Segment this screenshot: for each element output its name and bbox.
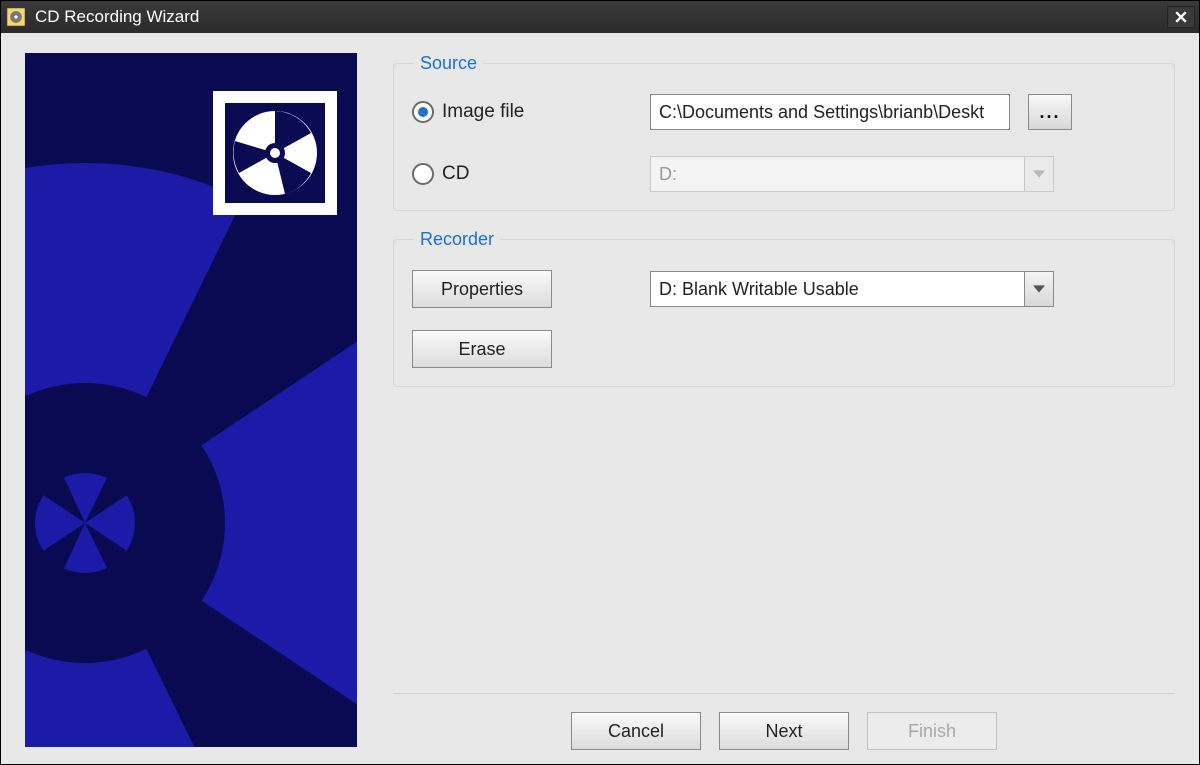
recorder-legend: Recorder	[414, 229, 500, 250]
source-legend: Source	[414, 53, 483, 74]
radio-cd-label: CD	[442, 163, 469, 185]
wizard-sidebar-art	[25, 53, 357, 747]
cancel-button[interactable]: Cancel	[571, 712, 701, 750]
chevron-down-icon[interactable]	[1024, 271, 1054, 307]
recorder-value: D: Blank Writable Usable	[650, 271, 1024, 307]
close-button[interactable]	[1167, 6, 1195, 28]
next-button[interactable]: Next	[719, 712, 849, 750]
radio-empty-icon	[412, 163, 434, 185]
recorder-group: Recorder Properties D: Blank Writable Us…	[393, 229, 1175, 387]
ellipsis-icon: ...	[1039, 102, 1060, 123]
radio-cd[interactable]: CD	[412, 163, 632, 185]
window-title: CD Recording Wizard	[35, 7, 1167, 27]
wizard-footer: Cancel Next Finish	[393, 693, 1175, 750]
wizard-window: CD Recording Wizard	[0, 0, 1200, 765]
radio-image-file-label: Image file	[442, 101, 524, 123]
properties-button[interactable]: Properties	[412, 270, 552, 308]
titlebar: CD Recording Wizard	[1, 1, 1199, 33]
chevron-down-icon	[1024, 156, 1054, 192]
app-icon	[5, 6, 27, 28]
cd-drive-select: D:	[650, 156, 1054, 192]
radio-image-file[interactable]: Image file	[412, 101, 632, 123]
finish-button: Finish	[867, 712, 997, 750]
erase-button[interactable]: Erase	[412, 330, 552, 368]
source-group: Source Image file ... CD	[393, 53, 1175, 211]
recorder-select[interactable]: D: Blank Writable Usable	[650, 271, 1054, 307]
browse-button[interactable]: ...	[1028, 94, 1072, 130]
client-area: Source Image file ... CD	[1, 33, 1199, 764]
main-panel: Source Image file ... CD	[393, 53, 1175, 750]
image-file-path-input[interactable]	[650, 94, 1010, 130]
radio-dot-icon	[412, 101, 434, 123]
cd-drive-value: D:	[650, 156, 1024, 192]
